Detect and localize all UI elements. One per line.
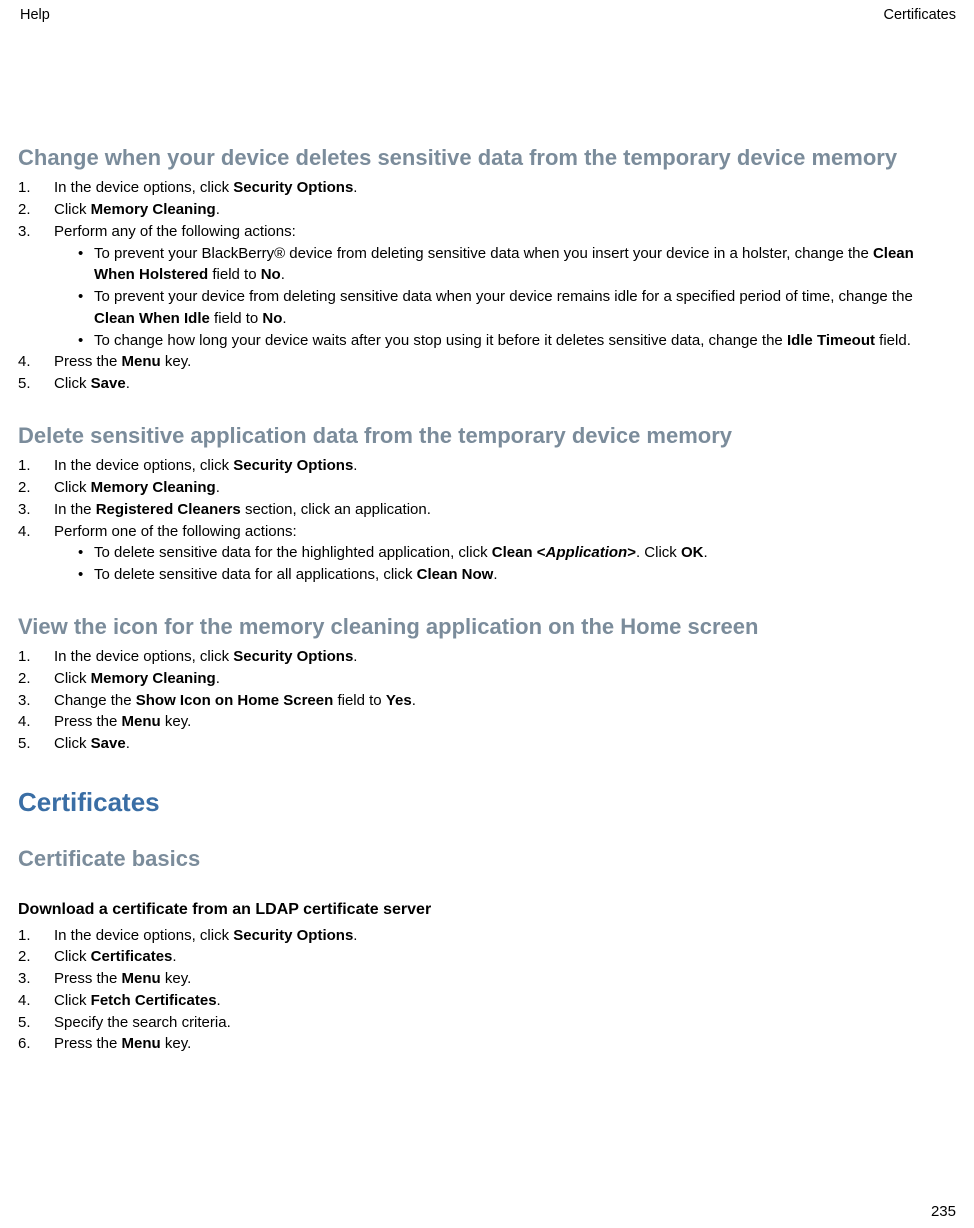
step-item: Perform one of the following actions:To … xyxy=(18,521,956,586)
section-heading: Download a certificate from an LDAP cert… xyxy=(18,901,956,919)
section-heading: Delete sensitive application data from t… xyxy=(18,423,956,449)
bullet-item: To prevent your device from deleting sen… xyxy=(78,286,956,330)
step-list: In the device options, click Security Op… xyxy=(18,177,956,395)
step-item: Click Save. xyxy=(18,733,956,755)
step-item: Click Fetch Certificates. xyxy=(18,990,956,1012)
step-item: Press the Menu key. xyxy=(18,968,956,990)
step-item: Click Memory Cleaning. xyxy=(18,477,956,499)
page-content: Change when your device deletes sensitiv… xyxy=(18,23,956,1055)
page-header: Help Certificates xyxy=(18,7,956,23)
header-left: Help xyxy=(20,7,50,23)
step-item: Click Certificates. xyxy=(18,946,956,968)
step-item: Specify the search criteria. xyxy=(18,1012,956,1034)
step-item: Press the Menu key. xyxy=(18,1033,956,1055)
step-list: In the device options, click Security Op… xyxy=(18,455,956,586)
section-heading: Certificates xyxy=(18,787,956,818)
step-item: Change the Show Icon on Home Screen fiel… xyxy=(18,690,956,712)
step-item: Click Save. xyxy=(18,373,956,395)
step-item: In the device options, click Security Op… xyxy=(18,455,956,477)
section: Download a certificate from an LDAP cert… xyxy=(18,901,956,1056)
step-item: Click Memory Cleaning. xyxy=(18,199,956,221)
section-heading: Change when your device deletes sensitiv… xyxy=(18,145,956,171)
section: Change when your device deletes sensitiv… xyxy=(18,145,956,395)
step-item: In the device options, click Security Op… xyxy=(18,646,956,668)
section: Certificates xyxy=(18,787,956,818)
step-item: Click Memory Cleaning. xyxy=(18,668,956,690)
page-number: 235 xyxy=(931,1203,956,1220)
section-heading: View the icon for the memory cleaning ap… xyxy=(18,614,956,640)
section: View the icon for the memory cleaning ap… xyxy=(18,614,956,755)
step-list: In the device options, click Security Op… xyxy=(18,646,956,755)
section-heading: Certificate basics xyxy=(18,846,956,872)
bullet-item: To prevent your BlackBerry® device from … xyxy=(78,243,956,287)
header-right: Certificates xyxy=(883,7,956,23)
step-item: In the device options, click Security Op… xyxy=(18,177,956,199)
step-item: In the Registered Cleaners section, clic… xyxy=(18,499,956,521)
step-item: Perform any of the following actions:To … xyxy=(18,221,956,352)
bullet-list: To prevent your BlackBerry® device from … xyxy=(54,243,956,352)
bullet-item: To change how long your device waits aft… xyxy=(78,330,956,352)
step-item: Press the Menu key. xyxy=(18,351,956,373)
step-item: In the device options, click Security Op… xyxy=(18,925,956,947)
section: Certificate basics xyxy=(18,846,956,872)
bullet-item: To delete sensitive data for the highlig… xyxy=(78,542,956,564)
step-list: In the device options, click Security Op… xyxy=(18,925,956,1056)
page: Help Certificates Change when your devic… xyxy=(0,0,974,1228)
section: Delete sensitive application data from t… xyxy=(18,423,956,586)
bullet-list: To delete sensitive data for the highlig… xyxy=(54,542,956,586)
bullet-item: To delete sensitive data for all applica… xyxy=(78,564,956,586)
step-item: Press the Menu key. xyxy=(18,711,956,733)
